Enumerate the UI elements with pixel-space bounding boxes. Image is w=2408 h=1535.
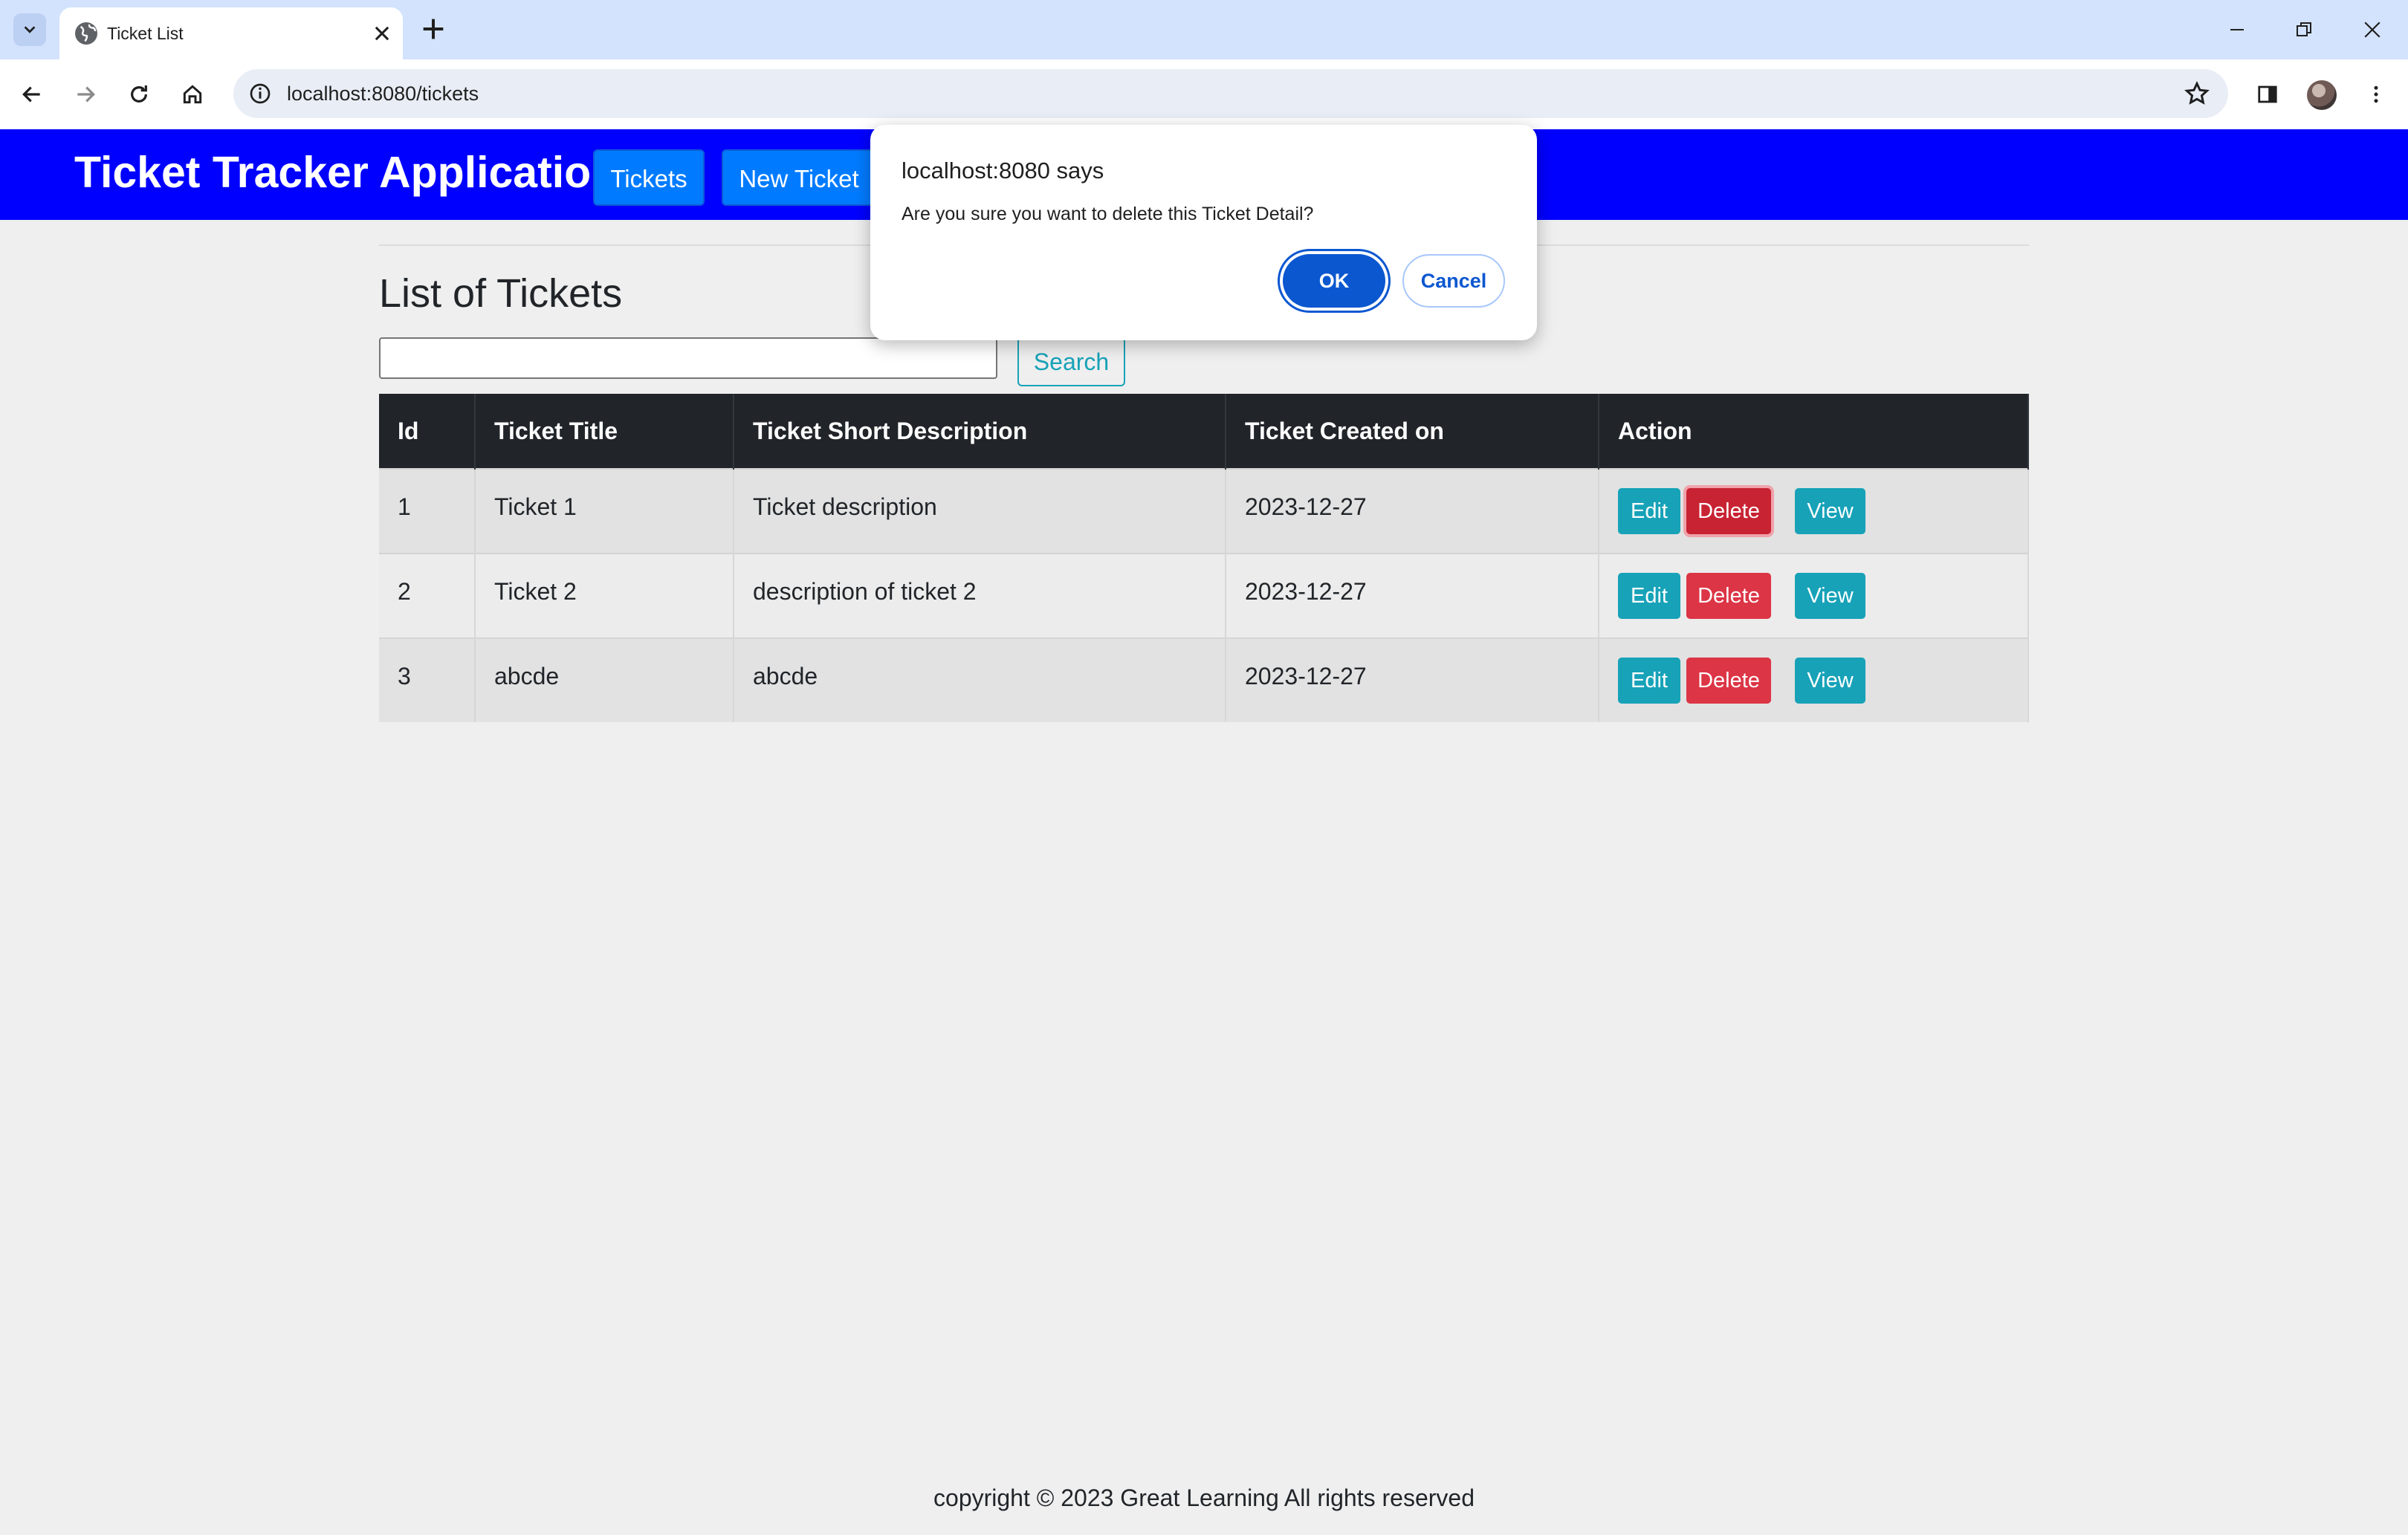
more-vert-icon <box>2374 85 2378 103</box>
confirm-dialog: localhost:8080 says Are you sure you wan… <box>870 125 1537 340</box>
tab-search-button[interactable] <box>13 13 46 46</box>
reload-button[interactable] <box>122 77 156 111</box>
forward-button[interactable] <box>68 77 103 111</box>
cancel-button[interactable]: Cancel <box>1402 254 1505 308</box>
ok-button[interactable]: OK <box>1283 254 1385 308</box>
chevron-down-icon <box>24 26 36 33</box>
view-button[interactable]: View <box>1795 658 1865 704</box>
view-button[interactable]: View <box>1795 488 1865 534</box>
column-header-action: Action <box>1599 394 2029 469</box>
ticket-created: 2023-12-27 <box>1245 493 1367 520</box>
ticket-description: Ticket description <box>753 493 937 520</box>
ticket-id: 3 <box>398 662 411 689</box>
table-row: 3 abcde abcde 2023-12-27 Edit Delete View <box>379 637 2029 722</box>
tab-title: Ticket List <box>107 24 184 43</box>
delete-button[interactable]: Delete <box>1686 573 1771 619</box>
profile-avatar[interactable] <box>2307 80 2337 110</box>
close-icon <box>2364 22 2381 38</box>
new-tab-icon[interactable] <box>418 14 448 44</box>
table-row: 2 Ticket 2 description of ticket 2 2023-… <box>379 553 2029 638</box>
back-button[interactable] <box>15 77 49 111</box>
ticket-created: 2023-12-27 <box>1245 577 1367 605</box>
ticket-description: description of ticket 2 <box>753 577 977 605</box>
dialog-message: Are you sure you want to delete this Tic… <box>902 204 1314 224</box>
column-header-id: Id <box>379 394 476 469</box>
ticket-created: 2023-12-27 <box>1245 662 1367 689</box>
ticket-title: abcde <box>494 662 560 689</box>
ticket-title: Ticket 2 <box>494 577 577 605</box>
restore-button[interactable] <box>2286 12 2322 48</box>
home-button[interactable] <box>175 77 210 111</box>
info-icon[interactable] <box>248 82 272 106</box>
delete-button[interactable]: Delete <box>1686 658 1771 704</box>
column-header-created: Ticket Created on <box>1226 394 1599 469</box>
ticket-title: Ticket 1 <box>494 493 577 520</box>
minimize-icon <box>2230 29 2244 30</box>
side-panel-icon <box>2258 85 2277 103</box>
edit-button[interactable]: Edit <box>1618 573 1680 619</box>
search-input[interactable] <box>379 337 997 379</box>
tickets-table: Id Ticket Title Ticket Short Description… <box>379 394 2029 722</box>
nav-tickets-button[interactable]: Tickets <box>593 149 705 206</box>
restore-icon <box>2297 22 2311 36</box>
delete-button[interactable]: Delete <box>1686 488 1771 534</box>
globe-icon <box>75 22 97 45</box>
bookmark-star-icon[interactable] <box>2184 80 2210 107</box>
close-icon[interactable] <box>372 23 392 44</box>
edit-button[interactable]: Edit <box>1618 488 1680 534</box>
footer-copyright: copyright © 2023 Great Learning All righ… <box>933 1484 1475 1511</box>
reload-icon <box>131 85 147 103</box>
home-icon <box>183 85 202 104</box>
ticket-id: 1 <box>398 493 411 520</box>
column-header-description: Ticket Short Description <box>734 394 1226 469</box>
app-title: Ticket Tracker Application <box>74 148 618 197</box>
arrow-right-icon <box>77 86 95 103</box>
url-text: localhost:8080/tickets <box>287 82 479 105</box>
arrow-left-icon <box>22 86 40 103</box>
column-header-title: Ticket Title <box>475 394 734 469</box>
browser-toolbar: localhost:8080/tickets <box>0 59 2408 130</box>
address-bar[interactable]: localhost:8080/tickets <box>233 69 2228 118</box>
browser-menu-button[interactable] <box>2359 77 2393 111</box>
table-header-row: Id Ticket Title Ticket Short Description… <box>379 394 2029 469</box>
page-title: List of Tickets <box>379 271 623 316</box>
table-row: 1 Ticket 1 Ticket description 2023-12-27… <box>379 468 2029 554</box>
nav-new-ticket-button[interactable]: New Ticket <box>722 149 876 206</box>
close-window-button[interactable] <box>2354 12 2390 48</box>
dialog-title: localhost:8080 says <box>902 158 1104 184</box>
side-panel-button[interactable] <box>2250 77 2285 111</box>
ticket-id: 2 <box>398 577 411 605</box>
browser-tab-strip: Ticket List <box>0 0 2408 59</box>
ticket-description: abcde <box>753 662 818 689</box>
view-button[interactable]: View <box>1795 573 1865 619</box>
edit-button[interactable]: Edit <box>1618 658 1680 704</box>
minimize-button[interactable] <box>2219 12 2255 48</box>
browser-tab[interactable]: Ticket List <box>59 7 403 59</box>
search-button[interactable]: Search <box>1017 337 1125 386</box>
